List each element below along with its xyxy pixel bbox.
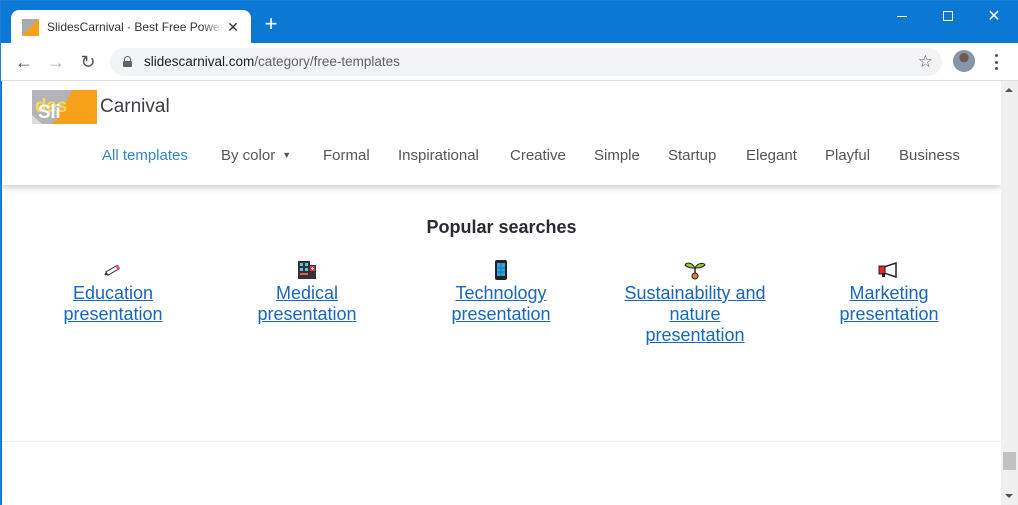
nav-elegant[interactable]: Elegant bbox=[746, 147, 797, 164]
address-bar[interactable]: slidescarnival.com/category/free-templat… bbox=[110, 48, 942, 76]
minimize-icon bbox=[897, 15, 907, 17]
back-button[interactable]: ← bbox=[13, 51, 35, 73]
browser-toolbar: ← → ↻ slidescarnival.com/category/free-t… bbox=[1, 43, 1018, 81]
scroll-down-arrow-icon[interactable] bbox=[1005, 494, 1013, 498]
vertical-scrollbar[interactable] bbox=[1001, 81, 1018, 505]
site-header: Sli des Carnival All templates By color ▼ … bbox=[2, 81, 1001, 185]
site-logo[interactable]: Sli des Carnival bbox=[32, 90, 170, 124]
nav-by-color[interactable]: By color ▼ bbox=[221, 147, 291, 164]
nav-business[interactable]: Business bbox=[899, 147, 960, 164]
maximize-icon bbox=[943, 11, 953, 21]
new-tab-button[interactable]: + bbox=[261, 13, 281, 35]
tab-title: SlidesCarnival · Best Free PowerPoint te… bbox=[47, 20, 224, 34]
tab-close-icon[interactable]: ✕ bbox=[225, 19, 241, 35]
marketing-presentation-link[interactable]: Marketing presentation bbox=[799, 283, 979, 325]
lock-icon bbox=[123, 56, 132, 67]
arrow-right-icon: → bbox=[47, 52, 65, 72]
technology-presentation-link[interactable]: Technology presentation bbox=[411, 283, 591, 325]
title-bar: SlidesCarnival · Best Free PowerPoint te… bbox=[1, 1, 1018, 44]
search-item-technology: Technology presentation bbox=[411, 260, 591, 325]
search-item-marketing: Marketing presentation bbox=[799, 260, 979, 325]
url-path: /category/free-templates bbox=[254, 54, 400, 69]
minimize-button[interactable] bbox=[879, 1, 925, 31]
nav-creative[interactable]: Creative bbox=[510, 147, 566, 164]
logo-mark: Sli des bbox=[32, 90, 97, 124]
reload-button[interactable]: ↻ bbox=[77, 51, 99, 73]
nav-formal[interactable]: Formal bbox=[323, 147, 370, 164]
section-divider bbox=[2, 441, 1001, 442]
bookmark-star-icon[interactable]: ☆ bbox=[918, 52, 933, 72]
search-item-sustainability: Sustainability and nature presentation bbox=[605, 260, 785, 346]
url-text[interactable]: slidescarnival.com/category/free-templat… bbox=[144, 54, 400, 69]
profile-avatar[interactable] bbox=[953, 50, 975, 72]
browser-tab[interactable]: SlidesCarnival · Best Free PowerPoint te… bbox=[11, 10, 251, 44]
search-item-medical: Medical presentation bbox=[217, 260, 397, 325]
nav-all-templates[interactable]: All templates bbox=[102, 147, 188, 164]
web-page: Sli des Carnival All templates By color ▼ … bbox=[2, 81, 1001, 505]
browser-menu-button[interactable] bbox=[989, 52, 1003, 72]
search-item-education: Education presentation bbox=[23, 260, 203, 325]
reload-icon: ↻ bbox=[80, 52, 96, 72]
megaphone-icon bbox=[799, 260, 979, 280]
nav-inspirational[interactable]: Inspirational bbox=[398, 147, 479, 164]
scroll-up-arrow-icon[interactable] bbox=[1005, 88, 1013, 92]
sustainability-presentation-link[interactable]: Sustainability and nature presentation bbox=[605, 283, 785, 346]
education-presentation-link[interactable]: Education presentation bbox=[23, 283, 203, 325]
nav-startup[interactable]: Startup bbox=[668, 147, 716, 164]
close-window-button[interactable]: ✕ bbox=[971, 1, 1017, 31]
maximize-button[interactable] bbox=[925, 1, 971, 31]
popular-searches-section: Popular searches Education presentation M… bbox=[2, 185, 1001, 505]
arrow-left-icon: ← bbox=[15, 52, 33, 72]
seedling-icon bbox=[605, 260, 785, 280]
mobile-phone-icon bbox=[411, 260, 591, 280]
nav-playful[interactable]: Playful bbox=[825, 147, 870, 164]
logo-text: Carnival bbox=[100, 96, 170, 117]
caret-down-icon: ▼ bbox=[282, 150, 292, 160]
nav-simple[interactable]: Simple bbox=[594, 147, 640, 164]
hospital-icon bbox=[217, 260, 397, 280]
section-title: Popular searches bbox=[426, 217, 577, 237]
close-icon: ✕ bbox=[987, 8, 1001, 25]
medical-presentation-link[interactable]: Medical presentation bbox=[217, 283, 397, 325]
browser-window: SlidesCarnival · Best Free PowerPoint te… bbox=[0, 0, 1018, 505]
pencil-icon bbox=[23, 260, 203, 280]
scrollbar-thumb[interactable] bbox=[1003, 452, 1016, 470]
forward-button[interactable]: → bbox=[45, 51, 67, 73]
slidescarnival-favicon bbox=[22, 18, 39, 36]
url-host: slidescarnival.com bbox=[144, 54, 255, 69]
